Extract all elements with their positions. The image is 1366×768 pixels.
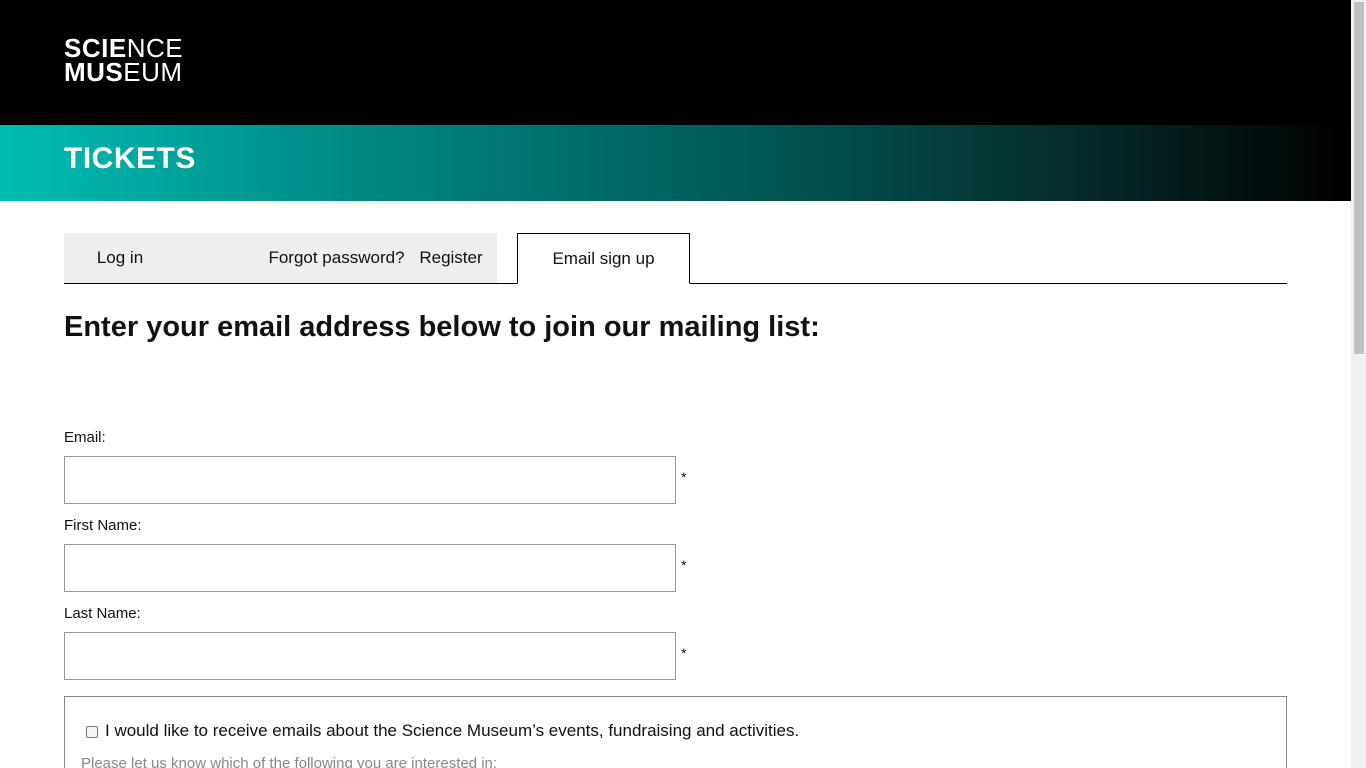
last-name-required-mark: * <box>681 645 687 661</box>
first-name-required-mark: * <box>681 557 687 573</box>
interests-prompt: Please let us know which of the followin… <box>81 755 498 768</box>
account-tabs: Log in Forgot password? Register Email s… <box>64 233 1287 284</box>
scrollbar-thumb[interactable] <box>1354 2 1364 354</box>
first-name-field[interactable] <box>64 544 676 592</box>
tab-email-sign-up[interactable]: Email sign up <box>517 233 690 284</box>
site-header: SCIENCE MUSEUM <box>0 0 1351 125</box>
marketing-consent-label: I would like to receive emails about the… <box>105 721 800 740</box>
page: SCIENCE MUSEUM TICKETS Log in Forgot pas… <box>0 0 1351 768</box>
tab-log-in[interactable]: Log in <box>64 233 176 283</box>
marketing-consent-box: I would like to receive emails about the… <box>64 696 1287 768</box>
banner-title: TICKETS <box>64 142 196 175</box>
last-name-field[interactable] <box>64 632 676 680</box>
page-scrollbar[interactable] <box>1351 0 1366 768</box>
marketing-consent-checkbox[interactable] <box>86 726 98 738</box>
logo-line-2: MUSEUM <box>64 57 183 87</box>
page-title: Enter your email address below to join o… <box>64 311 820 343</box>
science-museum-logo[interactable]: SCIENCE MUSEUM <box>64 35 183 87</box>
last-name-label: Last Name: <box>64 605 141 622</box>
tickets-banner: TICKETS <box>0 125 1351 201</box>
email-field[interactable] <box>64 456 676 504</box>
tab-register[interactable]: Register <box>385 233 517 283</box>
email-required-mark: * <box>681 469 687 485</box>
first-name-label: First Name: <box>64 517 142 534</box>
email-label: Email: <box>64 429 106 446</box>
